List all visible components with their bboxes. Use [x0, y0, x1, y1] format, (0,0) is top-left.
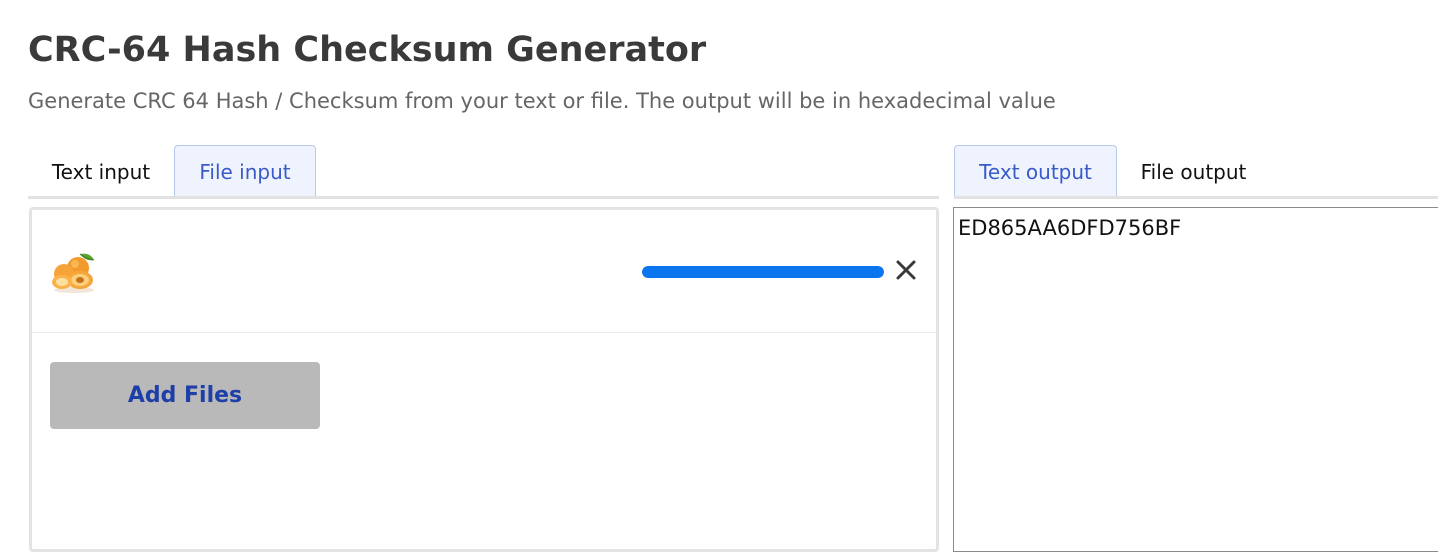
page-title: CRC-64 Hash Checksum Generator	[28, 30, 707, 70]
tab-text-output[interactable]: Text output	[954, 145, 1117, 198]
text-output-area[interactable]: ED865AA6DFD756BF	[953, 207, 1438, 552]
upload-progress-bar	[642, 266, 884, 278]
apricot-image	[52, 253, 95, 293]
tab-file-input[interactable]: File input	[174, 145, 316, 198]
upload-progress-fill	[642, 266, 884, 278]
input-tabs-divider	[28, 196, 939, 199]
file-input-panel: Add Files	[29, 207, 939, 552]
hash-output-value: ED865AA6DFD756BF	[958, 216, 1182, 240]
tab-file-output[interactable]: File output	[1117, 145, 1270, 198]
page-subtitle: Generate CRC 64 Hash / Checksum from you…	[28, 89, 1056, 113]
add-files-button[interactable]: Add Files	[50, 362, 320, 429]
output-tabs-divider	[954, 196, 1438, 199]
tab-text-input[interactable]: Text input	[28, 145, 174, 198]
file-list-item	[32, 210, 936, 333]
close-icon[interactable]	[894, 258, 918, 282]
